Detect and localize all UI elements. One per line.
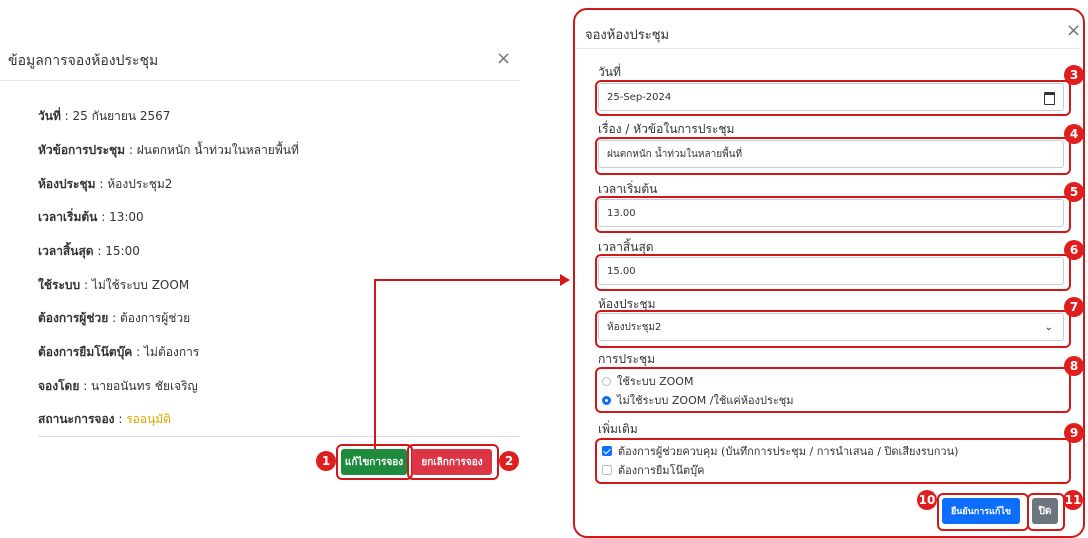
- info-row-system: ใช้ระบบ : ไม่ใช้ระบบ ZOOM: [38, 278, 190, 292]
- info-row-topic: หัวข้อการประชุม : ฝนตกหนัก น้ำท่วมในหลาย…: [38, 143, 299, 157]
- header-divider: [0, 80, 520, 81]
- marker-11: 11: [1063, 490, 1083, 510]
- edit-booking-button[interactable]: แก้ไขการจอง: [341, 449, 407, 475]
- marker-10: 10: [917, 490, 937, 510]
- highlight-box-topic: [595, 137, 1071, 175]
- close-icon[interactable]: ×: [1066, 20, 1081, 41]
- marker-4: 4: [1064, 124, 1084, 144]
- highlight-box-room: [595, 310, 1071, 348]
- booking-form-title: จองห้องประชุม: [585, 28, 670, 43]
- info-row-notebook: ต้องการยืมโน๊ตบุ๊ค : ไม่ต้องการ: [38, 345, 200, 359]
- marker-5: 5: [1064, 182, 1084, 202]
- footer-divider: [38, 436, 520, 437]
- marker-3: 3: [1064, 65, 1084, 85]
- header-divider: [575, 48, 1079, 49]
- booking-info-title: ข้อมูลการจองห้องประชุม: [8, 53, 159, 69]
- highlight-box-start: [595, 196, 1071, 233]
- status-badge: รออนุมัติ: [126, 412, 171, 426]
- info-row-status: สถานะการจอง : รออนุมัติ: [38, 412, 171, 426]
- marker-1: 1: [316, 451, 336, 471]
- highlight-box-extra: [595, 438, 1071, 484]
- arrow-head-icon: [560, 274, 570, 286]
- highlight-box-end: [595, 254, 1071, 291]
- extra-label: เพิ่มเติม: [598, 422, 638, 436]
- cancel-booking-button[interactable]: ยกเลิกการจอง: [412, 449, 492, 475]
- info-row-assistant: ต้องการผู้ช่วย : ต้องการผู้ช่วย: [38, 311, 191, 325]
- info-row-end: เวลาสิ้นสุด : 15:00: [38, 244, 140, 258]
- marker-8: 8: [1064, 356, 1084, 376]
- marker-6: 6: [1064, 240, 1084, 260]
- close-button[interactable]: ปิด: [1032, 498, 1058, 524]
- marker-7: 7: [1064, 297, 1084, 317]
- info-row-date: วันที่ : 25 กันยายน 2567: [38, 109, 171, 123]
- arrow-connector: [374, 279, 562, 281]
- marker-2: 2: [499, 451, 519, 471]
- highlight-box-meeting: [595, 367, 1071, 413]
- arrow-connector: [374, 279, 376, 449]
- info-row-start: เวลาเริ่มต้น : 13:00: [38, 210, 144, 224]
- info-row-booked-by: จองโดย : นายอนันทร ชัยเจริญ: [38, 379, 198, 393]
- confirm-edit-button[interactable]: ยืนยันการแก้ไข: [942, 498, 1020, 524]
- marker-9: 9: [1064, 423, 1084, 443]
- highlight-box-date: [595, 80, 1071, 116]
- info-row-room: ห้องประชุม : ห้องประชุม2: [38, 177, 173, 191]
- close-icon[interactable]: ×: [496, 48, 511, 69]
